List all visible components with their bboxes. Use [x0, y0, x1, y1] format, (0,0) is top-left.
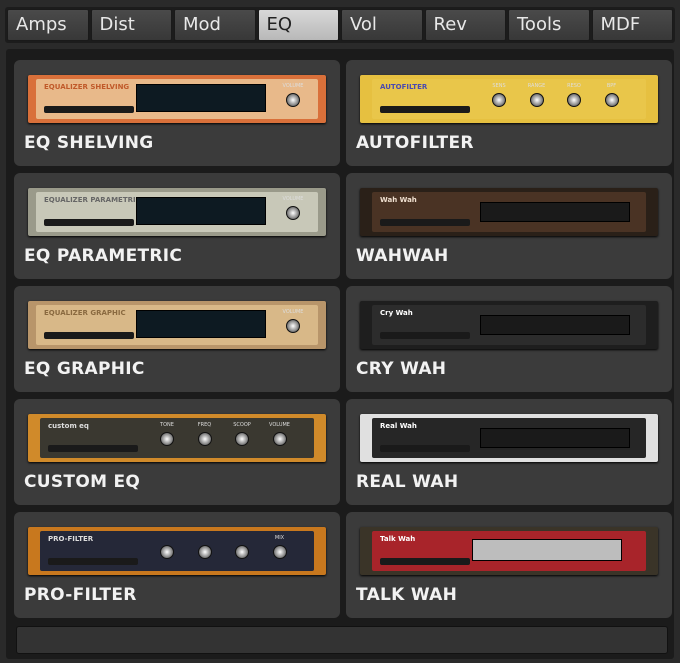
knob-icon: [272, 545, 287, 559]
thumbnail-title: Wah Wah: [380, 196, 417, 204]
module-thumbnail[interactable]: EQUALIZER SHELVING VOLUME: [28, 75, 326, 123]
knob-label: VOLUME: [282, 309, 304, 315]
knob-icon: [272, 432, 287, 446]
thumbnail-title: custom eq: [48, 422, 89, 430]
knob-icon: [197, 545, 212, 559]
knob-icon: [492, 93, 506, 107]
module-card-real-wah[interactable]: Real Wah REAL WAH: [346, 399, 672, 505]
pedal-slider: [480, 315, 630, 335]
tab-amps[interactable]: Amps: [7, 9, 89, 41]
eq-display: [136, 197, 266, 225]
knob-icon: [160, 432, 174, 446]
module-label: WAHWAH: [356, 246, 449, 266]
module-thumbnail[interactable]: EQUALIZER PARAMETRIC VOLUME: [28, 188, 326, 236]
thumbnail-title: AUTOFILTER: [380, 83, 428, 91]
preset-dropdown: [380, 106, 470, 113]
module-card-custom-eq[interactable]: custom eq TONE FREQ SCOOP VOLUME CUSTOM EQ: [14, 399, 340, 505]
thumbnail-title: Cry Wah: [380, 309, 413, 317]
knob-label: VOLUME: [282, 83, 304, 89]
tab-eq[interactable]: EQ: [257, 9, 339, 41]
module-thumbnail[interactable]: custom eq TONE FREQ SCOOP VOLUME: [28, 414, 326, 462]
pedal-slider: [480, 202, 630, 222]
thumbnail-title: Real Wah: [380, 422, 417, 430]
category-tabs: Amps Dist Mod EQ Vol Rev Tools MDF: [5, 7, 675, 43]
module-label: EQ GRAPHIC: [24, 359, 145, 379]
preset-dropdown: [380, 445, 470, 452]
preset-dropdown: [380, 219, 470, 226]
knob-icon: [286, 206, 300, 220]
knob-icon: [286, 319, 300, 333]
pedal-slider: [480, 428, 630, 448]
module-label: REAL WAH: [356, 472, 459, 492]
preset-dropdown: [48, 445, 138, 452]
knob-icon: [235, 432, 249, 446]
thumbnail-title: EQUALIZER PARAMETRIC: [44, 196, 141, 204]
preset-dropdown: [44, 106, 134, 113]
knob-label: RESO: [567, 83, 581, 89]
preset-dropdown: [380, 332, 470, 339]
tab-rev[interactable]: Rev: [424, 9, 506, 41]
knob-icon: [567, 93, 581, 107]
knob-label: SENS: [492, 83, 506, 89]
module-card-cry-wah[interactable]: Cry Wah CRY WAH: [346, 286, 672, 392]
module-card-pro-filter[interactable]: PRO-FILTER MIX PRO-FILTER: [14, 512, 340, 618]
preset-dropdown: [44, 332, 134, 339]
module-browser: EQUALIZER SHELVING VOLUME EQ SHELVING AUTOF…: [6, 49, 674, 659]
module-card-talk-wah[interactable]: Talk Wah TALK WAH: [346, 512, 672, 618]
module-thumbnail[interactable]: EQUALIZER GRAPHIC VOLUME: [28, 301, 326, 349]
module-thumbnail[interactable]: Real Wah: [360, 414, 658, 462]
module-thumbnail[interactable]: PRO-FILTER MIX: [28, 527, 326, 575]
module-label: CRY WAH: [356, 359, 447, 379]
module-thumbnail[interactable]: Talk Wah: [360, 527, 658, 575]
module-card-eq-parametric[interactable]: EQUALIZER PARAMETRIC VOLUME EQ PARAMETRIC: [14, 173, 340, 279]
preset-dropdown: [380, 558, 470, 565]
knob-label: SCOOP: [233, 422, 251, 428]
preset-dropdown: [44, 219, 134, 226]
module-label: EQ SHELVING: [24, 133, 154, 153]
thumbnail-title: EQUALIZER GRAPHIC: [44, 309, 126, 317]
knob-icon: [286, 93, 300, 107]
knob-label: VOLUME: [282, 196, 304, 202]
module-card-eq-shelving[interactable]: EQUALIZER SHELVING VOLUME EQ SHELVING: [14, 60, 340, 166]
module-thumbnail[interactable]: Cry Wah: [360, 301, 658, 349]
knob-icon: [604, 93, 619, 107]
module-card-autofilter[interactable]: AUTOFILTER SENS RANGE RESO BPF AUTOFILTER: [346, 60, 672, 166]
knob-icon: [160, 545, 174, 559]
module-label: CUSTOM EQ: [24, 472, 141, 492]
knob-icon: [235, 545, 249, 559]
knob-label: RANGE: [527, 83, 546, 89]
eq-display: [136, 84, 266, 112]
module-thumbnail[interactable]: AUTOFILTER SENS RANGE RESO BPF: [360, 75, 658, 123]
preset-dropdown: [48, 558, 138, 565]
module-card-eq-graphic[interactable]: EQUALIZER GRAPHIC VOLUME EQ GRAPHIC: [14, 286, 340, 392]
pedal-slider: [472, 539, 622, 561]
tab-tools[interactable]: Tools: [508, 9, 590, 41]
knob-label: FREQ: [197, 422, 212, 428]
knob-label: MIX: [274, 535, 285, 541]
module-card-wahwah[interactable]: Wah Wah WAHWAH: [346, 173, 672, 279]
module-thumbnail[interactable]: Wah Wah: [360, 188, 658, 236]
tab-mod[interactable]: Mod: [174, 9, 256, 41]
module-label: EQ PARAMETRIC: [24, 246, 183, 266]
module-label: TALK WAH: [356, 585, 458, 605]
knob-icon: [529, 93, 544, 107]
module-label: PRO-FILTER: [24, 585, 137, 605]
thumbnail-title: EQUALIZER SHELVING: [44, 83, 130, 91]
tab-dist[interactable]: Dist: [90, 9, 172, 41]
module-label: AUTOFILTER: [356, 133, 474, 153]
status-bar: [16, 626, 668, 654]
tab-mdf[interactable]: MDF: [591, 9, 673, 41]
thumbnail-title: Talk Wah: [380, 535, 416, 543]
thumbnail-title: PRO-FILTER: [48, 535, 94, 543]
knob-label: BPF: [606, 83, 617, 89]
knob-icon: [197, 432, 212, 446]
tab-vol[interactable]: Vol: [341, 9, 423, 41]
knob-label: TONE: [160, 422, 174, 428]
eq-display: [136, 310, 266, 338]
knob-label: VOLUME: [269, 422, 290, 428]
